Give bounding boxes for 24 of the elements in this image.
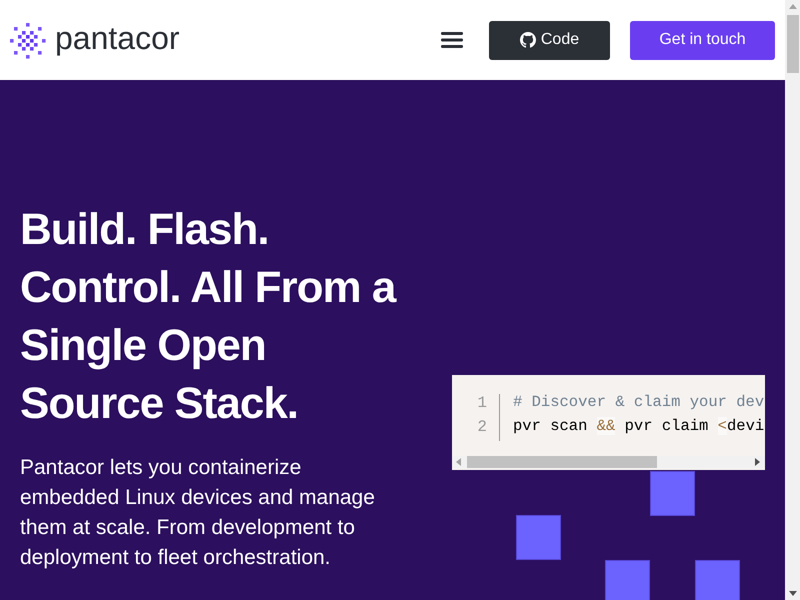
code-scrollbar[interactable] (452, 456, 765, 468)
code-line: pvr scan && pvr claim <devi (513, 416, 765, 437)
square-tile (516, 515, 561, 560)
line-number: 1 (477, 393, 487, 414)
scrollbar-thumb[interactable] (786, 15, 798, 73)
scroll-down-arrow-icon[interactable] (788, 591, 796, 596)
hero-description: Pantacor lets you containerize embedded Linux devices and manage them at scale. From development to deployment to fleet orchestration. (20, 455, 376, 571)
scroll-right-arrow-icon[interactable] (755, 458, 760, 466)
code-line: # Discover & claim your dev (513, 392, 765, 413)
page-scrollbar[interactable] (785, 0, 800, 600)
scroll-left-arrow-icon[interactable] (456, 458, 461, 466)
scrollbar-thumb[interactable] (467, 456, 657, 468)
square-tile (650, 471, 695, 516)
square-tile (605, 560, 650, 600)
logo-wordmark: pantacor (55, 22, 180, 58)
github-icon (520, 32, 536, 48)
hero-headline: Build. Flash. Control. All From a Single Open Source Stack. (20, 204, 398, 430)
line-number: 2 (477, 417, 487, 438)
code-button[interactable]: Code (489, 20, 610, 60)
dot-grid-logo-icon (10, 22, 46, 58)
square-tile (695, 560, 740, 600)
scroll-up-arrow-icon[interactable] (788, 4, 796, 9)
get-in-touch-button[interactable]: Get in touch (630, 20, 775, 60)
menu-icon (441, 32, 463, 48)
